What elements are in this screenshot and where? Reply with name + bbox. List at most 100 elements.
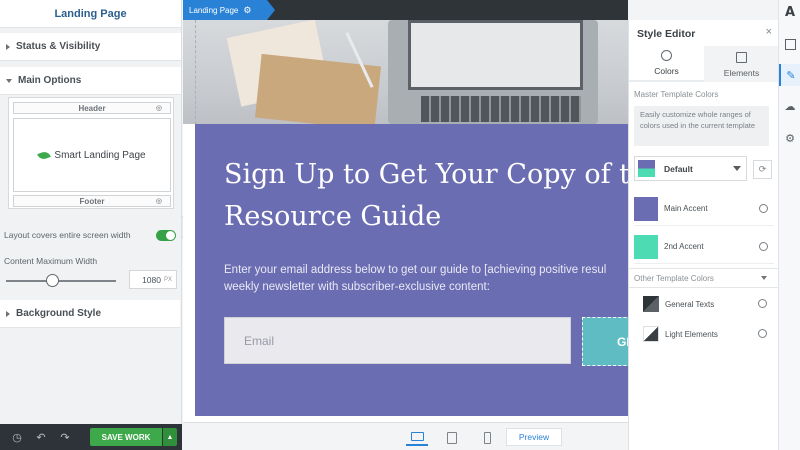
page-canvas: Landing Page ⚙ Sign Up to Get Your Copy … xyxy=(183,0,628,422)
hero-image xyxy=(183,20,628,124)
device-bar: Preview xyxy=(183,422,628,450)
logo-icon: A xyxy=(784,4,796,20)
left-sidebar: Landing Page Status & Visibility Main Op… xyxy=(0,0,182,450)
cloud-icon[interactable]: ☁ xyxy=(782,98,798,114)
main-accent-swatch[interactable] xyxy=(634,196,658,221)
preview-button[interactable]: Preview xyxy=(506,428,562,446)
style-editor-tabs: Colors Elements xyxy=(629,46,779,82)
layout-covers-label: Layout covers entire screen width xyxy=(4,230,131,240)
laptop-screen xyxy=(408,20,583,90)
desktop-view-button[interactable] xyxy=(406,429,428,446)
layout-body[interactable]: Smart Landing Page xyxy=(13,118,171,192)
gear-icon[interactable]: ⚙ xyxy=(243,5,251,16)
target-icon[interactable] xyxy=(759,242,768,251)
section-label: Main Options xyxy=(18,75,82,86)
email-field[interactable]: Email xyxy=(224,317,571,364)
main-accent-row[interactable]: Main Accent xyxy=(634,192,774,226)
elements-icon xyxy=(736,52,747,63)
second-accent-swatch[interactable] xyxy=(634,234,658,259)
column-guide xyxy=(195,20,196,124)
signup-headline[interactable]: Sign Up to Get Your Copy of the Resource… xyxy=(224,154,628,238)
save-options-button[interactable]: ▲ xyxy=(163,428,177,446)
second-accent-row[interactable]: 2nd Accent xyxy=(634,230,774,264)
page-tab[interactable]: Landing Page ⚙ xyxy=(183,0,276,20)
sidebar-bottom-bar: ◷ ↶ ↷ SAVE WORK ▲ xyxy=(0,424,182,450)
color-preset-select[interactable]: Default xyxy=(634,156,747,181)
leaf-icon xyxy=(37,149,52,161)
refresh-icon[interactable]: ⟳ xyxy=(753,160,772,179)
content-max-width-label: Content Maximum Width xyxy=(4,256,98,266)
section-label: Background Style xyxy=(16,308,102,319)
page-tab-label: Landing Page xyxy=(189,5,239,15)
color-label: Light Elements xyxy=(665,329,718,339)
add-icon-box xyxy=(784,38,796,50)
footer-label: Footer xyxy=(79,196,105,206)
preset-swatch xyxy=(638,160,655,177)
eye-icon[interactable]: ◎ xyxy=(156,104,162,112)
content-max-width-input[interactable]: 1080 PX xyxy=(129,270,177,289)
tab-elements[interactable]: Elements xyxy=(704,46,779,82)
gear-icon[interactable]: ⚙ xyxy=(782,130,798,146)
save-work-button[interactable]: SAVE WORK xyxy=(90,428,162,446)
tablet-view-button[interactable] xyxy=(441,429,463,446)
style-editor-title: Style Editor xyxy=(637,28,696,40)
palette-icon xyxy=(661,50,672,61)
caret-right-icon xyxy=(6,310,10,317)
headline-line: Resource Guide xyxy=(224,201,442,232)
header-label: Header xyxy=(78,103,106,113)
master-colors-info: Easily customize whole ranges of colors … xyxy=(634,106,769,146)
color-label: General Texts xyxy=(665,299,715,309)
tab-label: Colors xyxy=(654,66,679,76)
target-icon[interactable] xyxy=(759,204,768,213)
signup-subtext[interactable]: Enter your email address below to get ou… xyxy=(224,262,628,296)
close-icon[interactable]: × xyxy=(766,26,772,38)
width-unit: PX xyxy=(163,276,172,283)
layout-header-bar[interactable]: Header ◎ xyxy=(13,102,171,114)
tab-colors[interactable]: Colors xyxy=(629,46,704,82)
section-background-style[interactable]: Background Style xyxy=(0,300,180,328)
general-texts-row[interactable]: General Texts xyxy=(643,292,773,316)
preset-value: Default xyxy=(664,163,693,174)
phone-view-button[interactable] xyxy=(476,429,498,446)
dark-swatch-icon[interactable] xyxy=(643,296,659,312)
section-label: Status & Visibility xyxy=(16,41,101,52)
headline-line: Sign Up to Get Your Copy of the xyxy=(224,159,628,190)
layout-covers-toggle[interactable] xyxy=(156,229,176,241)
style-editor-panel: Style Editor × Colors Elements Master Te… xyxy=(628,20,779,450)
width-slider-handle[interactable] xyxy=(46,274,59,287)
subtext-line: weekly newsletter with subscriber-exclus… xyxy=(224,281,490,293)
width-slider-track[interactable] xyxy=(6,280,116,282)
get-guide-button[interactable]: GE xyxy=(582,317,628,366)
caret-down-icon xyxy=(6,78,12,83)
chevron-down-icon xyxy=(733,166,741,171)
desktop-icon xyxy=(410,432,424,441)
add-icon[interactable] xyxy=(782,36,798,52)
eye-icon[interactable]: ◎ xyxy=(156,197,162,205)
layout-covers-row: Layout covers entire screen width xyxy=(4,228,178,242)
section-main-options[interactable]: Main Options xyxy=(0,67,181,95)
history-icon[interactable]: ◷ xyxy=(10,430,24,444)
redo-icon[interactable]: ↷ xyxy=(58,430,72,444)
section-status-visibility[interactable]: Status & Visibility xyxy=(0,33,181,61)
color-label: 2nd Accent xyxy=(664,242,704,251)
right-rail: A ✎ ☁ ⚙ xyxy=(778,0,800,450)
subtext-line: Enter your email address below to get ou… xyxy=(224,264,607,276)
layout-body-label: Smart Landing Page xyxy=(54,149,146,161)
light-swatch-icon[interactable] xyxy=(643,326,659,342)
laptop-keyboard xyxy=(421,96,581,122)
phone-icon xyxy=(483,431,491,444)
layout-footer-bar[interactable]: Footer ◎ xyxy=(13,195,171,207)
sidebar-title: Landing Page xyxy=(0,0,181,28)
target-icon[interactable] xyxy=(758,329,767,338)
light-elements-row[interactable]: Light Elements xyxy=(643,322,773,346)
chevron-down-icon xyxy=(761,276,767,280)
target-icon[interactable] xyxy=(758,299,767,308)
width-value: 1080 xyxy=(142,274,161,285)
brush-icon[interactable]: ✎ xyxy=(779,64,800,86)
master-colors-label: Master Template Colors xyxy=(634,90,719,99)
caret-right-icon xyxy=(6,43,10,50)
layout-preview: Header ◎ Smart Landing Page Footer ◎ xyxy=(8,97,174,209)
tab-label: Elements xyxy=(723,68,760,78)
undo-icon[interactable]: ↶ xyxy=(34,430,48,444)
other-colors-header[interactable]: Other Template Colors xyxy=(629,268,779,288)
